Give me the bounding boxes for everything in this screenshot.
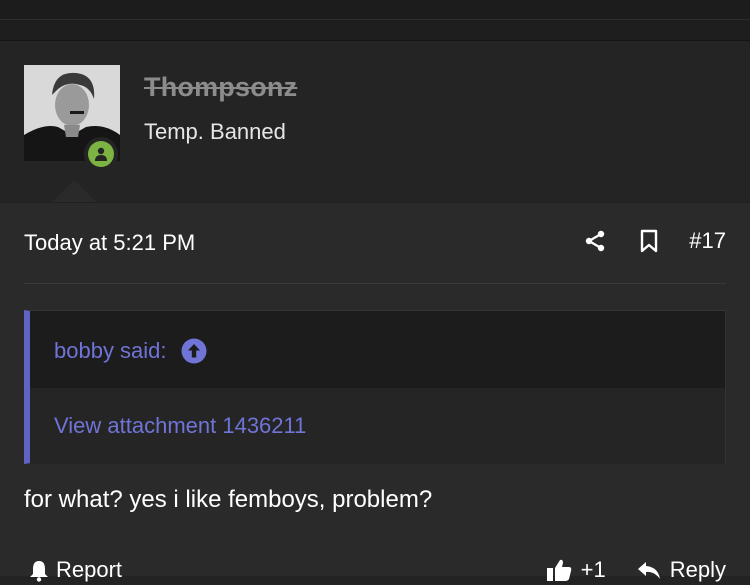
like-button[interactable]: +1: [545, 557, 606, 583]
bookmark-icon: [641, 229, 658, 253]
quote-block: bobby said: View attachment 1436211: [24, 310, 726, 464]
post-footer: Report +1 Reply: [24, 555, 726, 585]
quote-header: bobby said:: [30, 311, 725, 388]
quote-author: bobby said:: [54, 338, 167, 363]
divider: [24, 283, 726, 284]
post-number-link[interactable]: #17: [689, 228, 726, 254]
quote-content: View attachment 1436211: [30, 388, 725, 464]
top-bar-secondary: [0, 20, 750, 41]
post-timestamp[interactable]: Today at 5:21 PM: [24, 230, 195, 256]
reply-button[interactable]: Reply: [636, 557, 726, 583]
quote-author-link[interactable]: bobby said:: [54, 338, 207, 364]
top-bar: [0, 0, 750, 20]
arrow-up-circle-icon[interactable]: [181, 338, 207, 364]
attachment-link[interactable]: View attachment 1436211: [54, 413, 306, 439]
footer-actions: +1 Reply: [545, 557, 726, 583]
user-info-block: Thompsonz Temp. Banned: [0, 41, 750, 201]
user-title: Temp. Banned: [144, 119, 286, 144]
message-pointer: [52, 180, 96, 202]
share-icon: [586, 230, 605, 252]
thumbs-up-icon: [546, 559, 571, 581]
message-post: Today at 5:21 PM #17 bobby said: View at…: [0, 202, 750, 582]
reply-label: Reply: [669, 557, 726, 582]
username[interactable]: Thompsonz: [144, 72, 297, 103]
user-online-icon: [95, 147, 107, 161]
bookmark-button[interactable]: [635, 225, 663, 257]
post-actions: #17: [581, 225, 726, 257]
report-button[interactable]: Report: [28, 557, 122, 583]
online-status: [84, 137, 118, 171]
reply-icon: [637, 562, 660, 579]
post-body: for what? yes i like femboys, problem?: [24, 486, 433, 513]
like-count: +1: [580, 557, 606, 582]
share-button[interactable]: [581, 225, 609, 257]
bell-icon: [30, 561, 48, 582]
report-label: Report: [56, 557, 123, 582]
